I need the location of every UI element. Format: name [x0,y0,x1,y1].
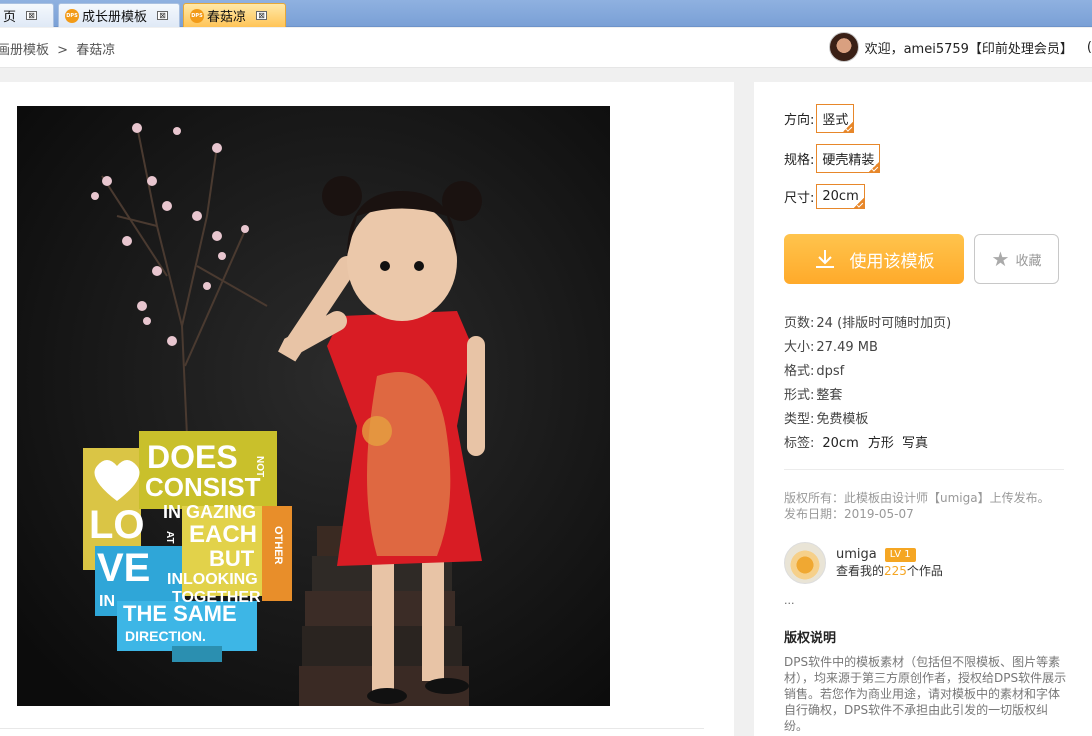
poster-text: IN GAZING [163,502,256,522]
preview-panel: DOES NOT CONSIST IN GAZING LO EACH AT VE… [0,82,734,736]
info-tags: 标签: 20cm 方形 写真 [784,432,951,456]
option-size: 尺寸: 20cm [784,184,865,209]
more-ellipsis: ... [784,594,795,607]
author-name-row: umiga LV 1 [836,547,943,562]
divider [0,728,704,729]
info-type: 类型: 免费模板 [784,408,951,432]
works-prefix: 查看我的 [836,564,885,578]
poster-text: LO [89,503,145,547]
poster-text: AT [164,531,175,544]
level-badge: LV 1 [884,547,916,562]
copyright-text: DPS软件中的模板素材（包括但不限模板、图片等素材），均来源于第三方原创作者，授… [784,655,1067,733]
tag[interactable]: 写真 [902,436,928,451]
tab-chunguliang[interactable]: DPS 春菇凉 ⊠ [183,3,286,27]
dps-logo-icon: DPS [190,8,204,23]
divider [784,469,1064,470]
check-icon [852,197,865,209]
copyright-title: 版权说明 [784,631,837,646]
user-greeting[interactable]: 欢迎，amei5759【印前处理会员】 [865,38,1073,57]
close-icon[interactable]: ⊠ [26,11,38,20]
use-template-label: 使用该模板 [849,251,935,272]
author-name[interactable]: umiga [836,547,877,562]
option-label: 规格: [784,153,815,168]
info-size: 大小: 27.49 MB [784,336,951,360]
poster-text: DOES [147,439,238,475]
info-format: 格式: dpsf [784,360,951,384]
works-suffix: 个作品 [906,564,943,578]
author-card: umiga LV 1 查看我的225个作品 [784,542,943,584]
info-value: 27.49 MB [816,340,878,355]
details-panel: 方向: 竖式 规格: 硬壳精装 尺寸: 20cm 使用该模板 ★ 收藏 页数: 2… [754,82,1092,736]
spec-option-button[interactable]: 硬壳精装 [816,144,881,173]
author-works-link[interactable]: 查看我的225个作品 [836,562,943,579]
avatar[interactable] [784,542,826,584]
star-icon: ★ [991,247,1010,271]
tab-bar: 页 ⊠ DPS 成长册模板 ⊠ DPS 春菇凉 ⊠ [0,0,1092,27]
info-value: 免费模板 [816,412,869,427]
option-label: 尺寸: [784,191,815,206]
poster-text: BUT [209,546,255,571]
poster-text: VE [97,546,150,590]
template-info: 页数: 24 (排版时可随时加页) 大小: 27.49 MB 格式: dpsf 形式:… [784,312,951,456]
poster-text: INLOOKING [167,571,258,588]
publish-meta: 版权所有：此模板由设计师【umiga】上传发布。 发布日期：2019-05-07 [784,490,1050,522]
tag[interactable]: 方形 [868,436,894,451]
tab-label: 成长册模板 [82,10,148,25]
info-key: 形式: [784,388,815,403]
poster-text: THE SAME [123,601,237,626]
favorite-button[interactable]: ★ 收藏 [974,234,1059,284]
poster-text: EACH [189,521,257,548]
tag-list: 20cm 方形 写真 [814,432,928,456]
close-icon[interactable]: ⊠ [157,11,169,20]
use-template-button[interactable]: 使用该模板 [784,234,964,284]
poster-text: DIRECTION. [125,628,206,644]
tag[interactable]: 20cm [822,436,858,451]
favorite-label: 收藏 [1015,253,1042,269]
dps-logo-icon: DPS [65,8,79,23]
option-label: 方向: [784,113,815,128]
author-info: umiga LV 1 查看我的225个作品 [836,547,943,579]
option-value: 硬壳精装 [822,153,875,168]
info-value: 24 (排版时可随时加页) [816,316,952,331]
info-key: 格式: [784,364,815,379]
copyright-owner: 版权所有：此模板由设计师【umiga】上传发布。 [784,491,1050,505]
close-icon[interactable]: ⊠ [256,11,268,20]
info-key: 类型: [784,412,815,427]
publish-date: 发布日期：2019-05-07 [784,507,914,521]
info-pages: 页数: 24 (排版时可随时加页) [784,312,951,336]
user-menu-paren: ( [1086,39,1092,55]
option-spec: 规格: 硬壳精装 [784,144,881,173]
user-info: 欢迎，amei5759【印前处理会员】 ( [828,32,1092,62]
breadcrumb: 画册模板 > 春菇凉 [0,39,119,58]
check-icon [868,161,881,173]
info-value: dpsf [816,364,845,379]
check-icon [842,121,855,133]
avatar[interactable] [828,32,859,62]
tab-home[interactable]: 页 ⊠ [0,3,54,27]
poster-text: IN [99,593,115,610]
direction-option-button[interactable]: 竖式 [816,104,855,133]
download-icon [815,250,834,268]
option-direction: 方向: 竖式 [784,104,855,133]
breadcrumb-current: 春菇凉 [76,43,116,58]
template-preview-image: DOES NOT CONSIST IN GAZING LO EACH AT VE… [17,106,610,706]
poster-text: OTHER [272,526,284,565]
info-form: 形式: 整套 [784,384,951,408]
size-option-button[interactable]: 20cm [816,184,865,209]
tab-label: 页 [3,10,17,25]
breadcrumb-parent[interactable]: 画册模板 [0,43,49,58]
top-bar: 画册模板 > 春菇凉 欢迎，amei5759【印前处理会员】 ( [0,28,1092,68]
info-value: 整套 [816,388,843,403]
breadcrumb-separator: > [57,43,69,58]
works-count: 225 [884,564,907,578]
info-key: 标签: [784,436,815,451]
tab-growth-album[interactable]: DPS 成长册模板 ⊠ [58,3,180,27]
tab-label: 春菇凉 [207,10,247,25]
info-key: 大小: [784,340,815,355]
info-key: 页数: [784,316,815,331]
poster-text: CONSIST [145,472,261,502]
